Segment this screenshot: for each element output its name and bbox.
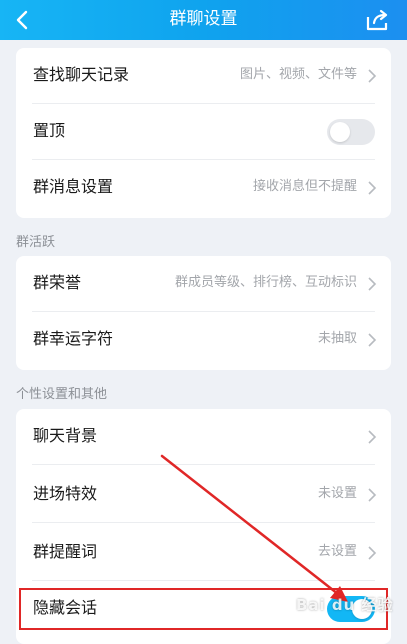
row-label: 查找聊天记录 bbox=[33, 65, 130, 84]
row-value: 去设置 bbox=[317, 544, 357, 559]
row-value: 接收消息但不提醒 bbox=[252, 179, 357, 194]
row-value: 未设置 bbox=[317, 486, 357, 501]
settings-card-active: 群荣誉 群成员等级、排行榜、互动标识 群幸运字符 未抽取 bbox=[16, 256, 391, 370]
row-label: 群荣誉 bbox=[33, 273, 82, 292]
section-title-personal: 个性设置和其他 bbox=[16, 387, 108, 402]
chevron-right-icon bbox=[368, 546, 377, 560]
toggle-knob bbox=[330, 122, 350, 142]
baidu-watermark: Bai du 经验 bbox=[296, 596, 394, 614]
row-value: 群成员等级、排行榜、互动标识 bbox=[174, 275, 357, 290]
row-label: 进场特效 bbox=[33, 484, 98, 503]
row-value: 未抽取 bbox=[317, 331, 357, 346]
search-chat-history-row[interactable]: 查找聊天记录 图片、视频、文件等 bbox=[16, 48, 391, 104]
row-label: 群幸运字符 bbox=[33, 329, 114, 348]
chevron-right-icon bbox=[368, 333, 377, 347]
entrance-effect-row[interactable]: 进场特效 未设置 bbox=[16, 467, 391, 523]
row-label: 群消息设置 bbox=[33, 177, 114, 196]
group-message-settings-row[interactable]: 群消息设置 接收消息但不提醒 bbox=[16, 160, 391, 216]
row-label: 置顶 bbox=[33, 121, 66, 140]
share-icon[interactable] bbox=[365, 8, 391, 32]
chevron-right-icon bbox=[368, 488, 377, 502]
group-honor-row[interactable]: 群荣誉 群成员等级、排行榜、互动标识 bbox=[16, 256, 391, 312]
settings-card-chat: 查找聊天记录 图片、视频、文件等 置顶 群消息设置 接收消息但不提醒 bbox=[16, 48, 391, 218]
divider bbox=[32, 464, 375, 465]
divider bbox=[32, 522, 375, 523]
section-title-active: 群活跃 bbox=[16, 235, 56, 250]
chevron-right-icon bbox=[368, 69, 377, 83]
row-value: 图片、视频、文件等 bbox=[239, 67, 357, 82]
divider bbox=[32, 580, 375, 581]
chevron-right-icon bbox=[368, 277, 377, 291]
page-title: 群聊设置 bbox=[169, 9, 238, 29]
chat-background-row[interactable]: 聊天背景 bbox=[16, 409, 391, 465]
group-reminder-word-row[interactable]: 群提醒词 去设置 bbox=[16, 525, 391, 581]
pin-toggle[interactable] bbox=[327, 119, 375, 145]
nav-bar: 群聊设置 bbox=[0, 0, 407, 40]
chevron-right-icon bbox=[368, 430, 377, 444]
row-label: 群提醒词 bbox=[33, 542, 98, 561]
chevron-right-icon bbox=[368, 181, 377, 195]
lucky-char-row[interactable]: 群幸运字符 未抽取 bbox=[16, 312, 391, 368]
row-label: 聊天背景 bbox=[33, 426, 98, 445]
pin-chat-row: 置顶 bbox=[16, 104, 391, 160]
